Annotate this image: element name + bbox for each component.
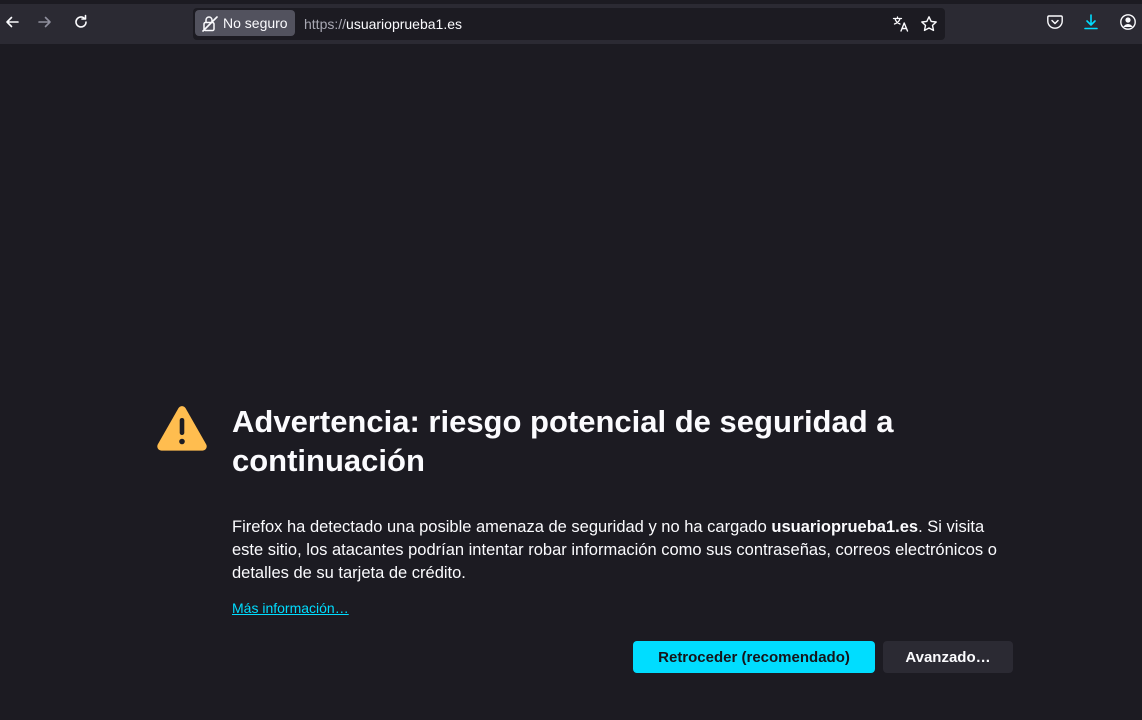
back-button[interactable]	[0, 10, 24, 34]
url-host: usuarioprueba1.es	[346, 16, 463, 32]
url-scheme: https://	[304, 16, 347, 32]
desc-host: usuarioprueba1.es	[771, 518, 919, 536]
error-page: Advertencia: riesgo potencial de segurid…	[0, 44, 1142, 720]
account-icon	[1120, 14, 1136, 30]
download-icon	[1084, 14, 1098, 30]
browser-toolbar: No seguro https://usuarioprueba1.es	[0, 0, 1142, 44]
pocket-button[interactable]	[1045, 12, 1065, 32]
advanced-button[interactable]: Avanzado…	[883, 641, 1013, 673]
url-bar[interactable]: No seguro https://usuarioprueba1.es	[193, 8, 945, 40]
downloads-button[interactable]	[1081, 12, 1101, 32]
translate-button[interactable]	[891, 14, 911, 34]
arrow-right-icon	[38, 16, 51, 28]
security-indicator[interactable]: No seguro	[195, 10, 295, 36]
security-label: No seguro	[223, 15, 288, 31]
pocket-icon	[1047, 15, 1063, 29]
arrow-left-icon	[6, 16, 19, 28]
forward-button[interactable]	[33, 10, 57, 34]
reload-icon	[75, 14, 87, 28]
more-info-link[interactable]: Más información…	[232, 600, 349, 616]
star-icon	[921, 16, 937, 32]
page-title: Advertencia: riesgo potencial de segurid…	[232, 404, 894, 478]
translate-icon	[892, 16, 909, 32]
reload-button[interactable]	[69, 10, 93, 34]
url-text[interactable]: https://usuarioprueba1.es	[304, 16, 462, 32]
desc-intro: Firefox ha detectado una posible amenaza…	[232, 518, 772, 536]
bookmark-button[interactable]	[919, 14, 939, 34]
insecure-lock-icon	[202, 15, 218, 32]
account-button[interactable]	[1118, 12, 1138, 32]
error-description: Firefox ha detectado una posible amenaza…	[232, 516, 1012, 585]
go-back-button[interactable]: Retroceder (recomendado)	[633, 641, 875, 673]
warning-icon	[157, 406, 207, 451]
tab-strip-edge	[0, 0, 1142, 4]
